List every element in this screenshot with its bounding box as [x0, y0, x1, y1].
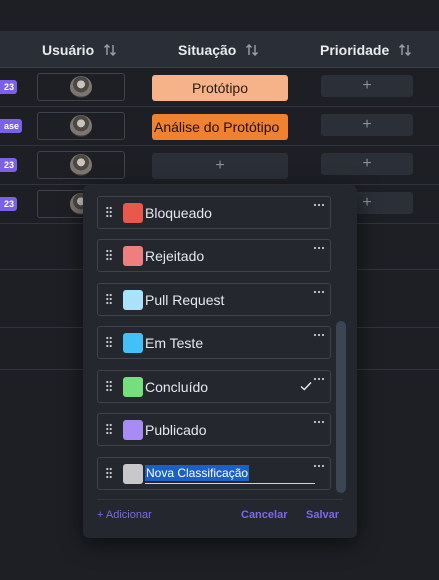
status-option-concluido[interactable]: Concluído: [97, 370, 331, 403]
color-swatch[interactable]: [123, 333, 143, 353]
table-row: ase Análise do Protótipo +: [0, 107, 439, 146]
status-label: Análise do Protótipo: [154, 119, 280, 135]
column-header-situacao[interactable]: Situação: [178, 31, 260, 68]
sprint-tag: ase: [0, 119, 23, 133]
drag-handle-icon[interactable]: [106, 249, 112, 261]
more-horizontal-icon[interactable]: [312, 418, 326, 426]
add-status-icon: +: [215, 157, 225, 174]
column-label: Situação: [178, 41, 237, 58]
drag-handle-icon[interactable]: [106, 467, 112, 479]
option-label: Pull Request: [145, 292, 225, 308]
option-label: Bloqueado: [145, 205, 212, 221]
sprint-tag: 23: [0, 197, 18, 211]
status-cell[interactable]: Protótipo: [152, 75, 288, 101]
drag-handle-icon[interactable]: [106, 206, 112, 218]
drag-handle-icon[interactable]: [106, 336, 112, 348]
status-cell[interactable]: Análise do Protótipo: [152, 114, 288, 140]
more-horizontal-icon[interactable]: [312, 462, 326, 470]
drag-handle-icon[interactable]: [106, 380, 112, 392]
color-swatch[interactable]: [123, 203, 143, 223]
add-priority-icon: +: [362, 155, 372, 172]
more-horizontal-icon[interactable]: [312, 331, 326, 339]
priority-cell[interactable]: +: [321, 114, 413, 136]
option-label: Rejeitado: [145, 248, 205, 264]
color-swatch[interactable]: [123, 290, 143, 310]
new-classification-input[interactable]: Nova Classificação: [145, 465, 315, 484]
color-swatch[interactable]: [123, 377, 143, 397]
cancel-button[interactable]: Cancelar: [241, 509, 287, 521]
drag-handle-icon[interactable]: [106, 293, 112, 305]
sort-icon[interactable]: [244, 42, 260, 58]
option-label: Concluído: [145, 379, 209, 395]
user-cell[interactable]: [37, 151, 125, 179]
column-header-usuario[interactable]: Usuário: [42, 31, 118, 68]
status-option-bloqueado[interactable]: Bloqueado: [97, 196, 331, 229]
column-label: Usuário: [42, 41, 95, 58]
new-classification-text: Nova Classificação: [145, 465, 250, 481]
status-label: Protótipo: [191, 80, 249, 96]
more-horizontal-icon[interactable]: [312, 244, 326, 252]
status-option-rejeitado[interactable]: Rejeitado: [97, 239, 331, 272]
sort-icon[interactable]: [397, 42, 413, 58]
status-option-publicado[interactable]: Publicado: [97, 413, 331, 446]
avatar: [70, 115, 92, 137]
dropdown-scrollbar[interactable]: [336, 321, 346, 493]
footer-divider: [97, 499, 343, 500]
column-header-prioridade[interactable]: Prioridade: [320, 31, 413, 68]
user-cell[interactable]: [37, 112, 125, 140]
color-swatch[interactable]: [123, 464, 143, 484]
sprint-tag: 23: [0, 158, 18, 172]
add-option-button[interactable]: + Adicionar: [97, 509, 152, 521]
sort-icon[interactable]: [102, 42, 118, 58]
table-row: 23 Protótipo +: [0, 68, 439, 107]
save-button[interactable]: Salvar: [306, 509, 339, 521]
add-priority-icon: +: [362, 77, 372, 94]
add-priority-icon: +: [362, 116, 372, 133]
more-horizontal-icon[interactable]: [312, 288, 326, 296]
table-row: 23 + +: [0, 146, 439, 185]
add-priority-icon: +: [362, 194, 372, 211]
avatar: [70, 154, 92, 176]
column-label: Prioridade: [320, 41, 390, 58]
priority-cell[interactable]: +: [321, 153, 413, 175]
color-swatch[interactable]: [123, 246, 143, 266]
priority-cell[interactable]: +: [321, 75, 413, 97]
option-label: Em Teste: [145, 335, 204, 351]
sprint-tag: 23: [0, 80, 18, 94]
status-dropdown: Bloqueado Rejeitado Pull Request Em Test…: [83, 185, 357, 538]
table-header: Usuário Situação Prioridade: [0, 31, 439, 68]
more-horizontal-icon[interactable]: [312, 375, 326, 383]
status-option-pull-request[interactable]: Pull Request: [97, 283, 331, 316]
check-icon: [300, 381, 312, 391]
avatar: [70, 76, 92, 98]
status-option-new[interactable]: Nova Classificação: [97, 457, 331, 490]
user-cell[interactable]: [37, 73, 125, 101]
option-label: Publicado: [145, 422, 207, 438]
status-option-em-teste[interactable]: Em Teste: [97, 326, 331, 359]
color-swatch[interactable]: [123, 420, 143, 440]
more-horizontal-icon[interactable]: [312, 201, 326, 209]
status-cell[interactable]: +: [152, 153, 288, 179]
drag-handle-icon[interactable]: [106, 423, 112, 435]
